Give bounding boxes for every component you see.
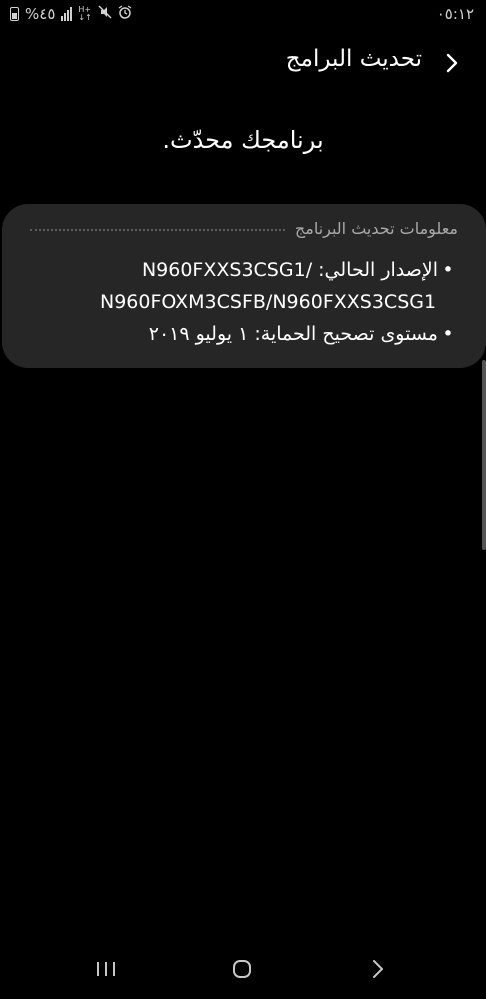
update-status-message: برنامجك محدّث. [162,126,324,154]
back-nav-button[interactable] [358,949,398,989]
bullet-icon: • [442,259,454,281]
alarm-icon [118,5,132,23]
info-item-version-line-2: N960FOXM3CSFB/N960FXXS3CSG1 [22,286,458,318]
home-icon [233,960,251,978]
back-button[interactable] [440,48,464,78]
card-heading: معلومات تحديث البرنامج [294,219,458,238]
info-item-current-version: • الإصدار الحالي: /N960FXXS3CSG1 [22,254,458,286]
mute-icon [98,5,112,23]
card-heading-row: معلومات تحديث البرنامج [30,219,458,238]
clock: ٠٥:١٢ [436,5,474,23]
signal-icon [61,7,73,21]
battery-icon [10,7,19,21]
recent-apps-button[interactable] [86,949,126,989]
info-item-security-patch: • مستوى تصحيح الحماية: ١ يوليو ٢٠١٩ [22,318,458,350]
current-version-line-2: N960FOXM3CSFB/N960FXXS3CSG1 [100,291,437,313]
chevron-back-icon [446,53,458,73]
home-button[interactable] [222,949,262,989]
navigation-bar [0,939,486,999]
heading-divider [30,228,285,231]
page-title: تحديث البرامج [285,46,422,72]
software-info-card: معلومات تحديث البرنامج • الإصدار الحالي:… [2,204,486,368]
scroll-indicator[interactable] [482,360,486,550]
back-icon [373,960,383,978]
info-list: • الإصدار الحالي: /N960FXXS3CSG1 N960FOX… [22,254,458,350]
header: تحديث البرامج [0,40,486,84]
battery-percentage: %٤٥ [25,5,56,23]
network-type-icon: H+ ↓↑ [78,5,92,22]
status-icons: %٤٥ H+ ↓↑ [10,5,132,23]
bullet-icon: • [442,323,454,345]
status-bar: %٤٥ H+ ↓↑ ٠٥:١٢ [0,0,486,30]
current-version-line-1: الإصدار الحالي: /N960FXXS3CSG1 [141,259,438,281]
current-version-text: الإصدار الحالي: /N960FXXS3CSG1 [22,254,438,286]
recent-apps-icon [97,962,115,976]
security-patch-text: مستوى تصحيح الحماية: ١ يوليو ٢٠١٩ [148,323,438,345]
